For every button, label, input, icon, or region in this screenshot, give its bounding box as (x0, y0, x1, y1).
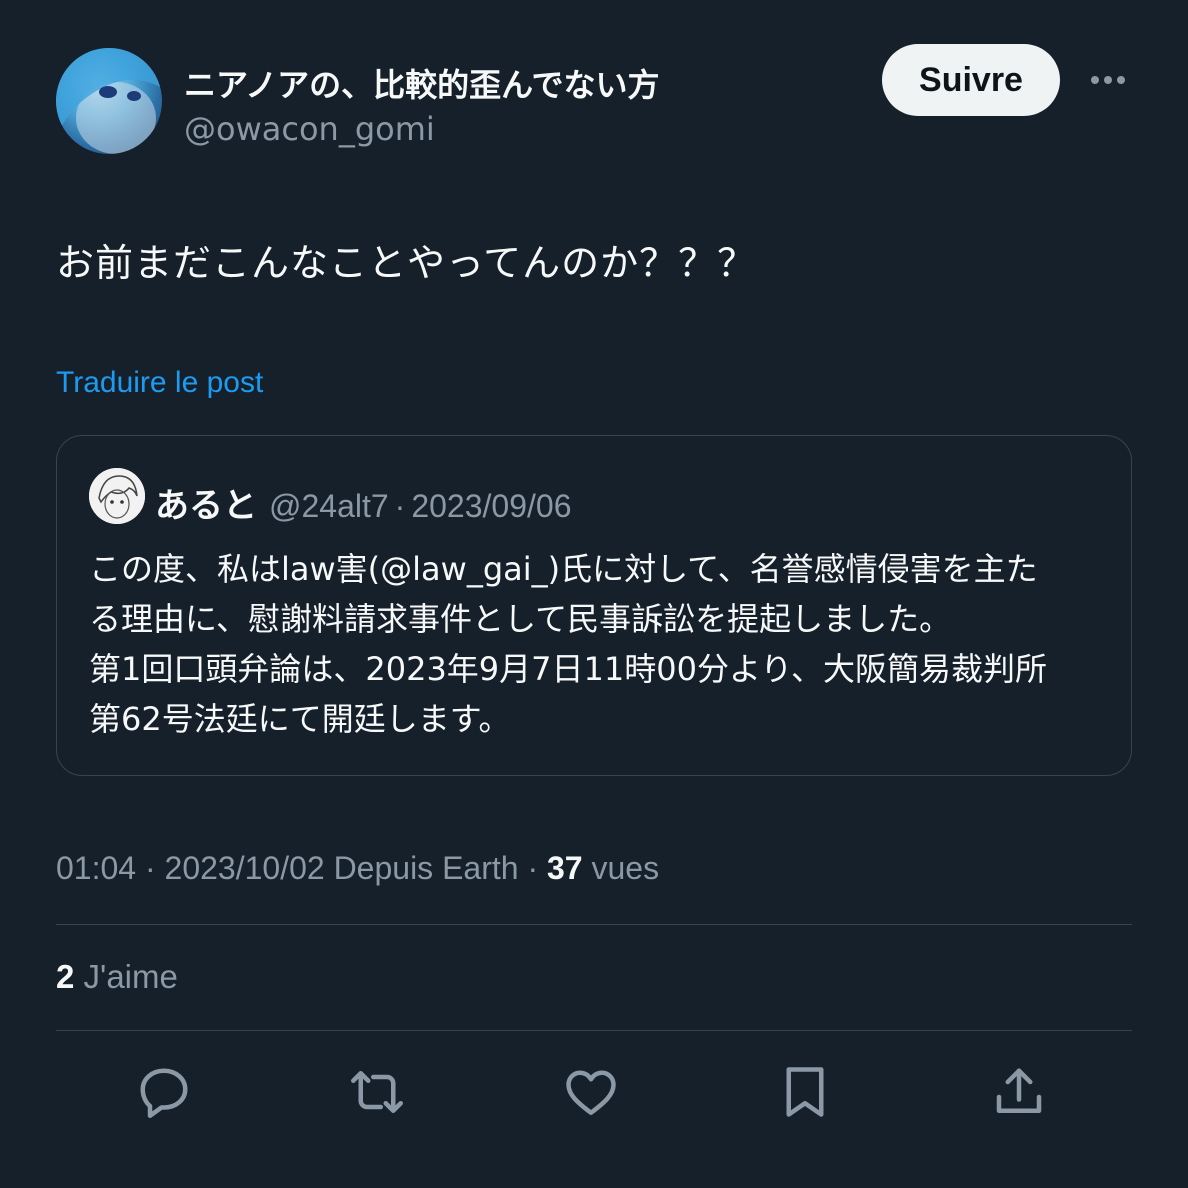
quoted-post-text: この度、私はlaw害(@law_gai_)氏に対して、名誉感情侵害を主た る理由… (89, 544, 1109, 744)
quoted-author-name: あると (155, 486, 257, 526)
quoted-author-handle: @24alt7 (269, 488, 389, 524)
meta-separator: · (527, 850, 539, 886)
heart-icon[interactable] (561, 1062, 621, 1122)
post-source: Depuis Earth (333, 850, 519, 886)
translate-post-link[interactable]: Traduire le post (56, 366, 263, 400)
author-avatar[interactable] (56, 48, 162, 154)
more-dot (1091, 76, 1099, 84)
quoted-post-header: あると @24alt7 · 2023/09/06 (155, 478, 571, 527)
quoted-text-line: この度、私はlaw害(@law_gai_)氏に対して、名誉感情侵害を主た (89, 550, 1038, 588)
quoted-text-line: 第1回口頭弁論は、2023年9月7日11時00分より、大阪簡易裁判所 (89, 650, 1048, 688)
avatar-image (56, 48, 162, 154)
more-dot (1117, 76, 1125, 84)
post-text: お前まだこんなことやってんのか？？？ (56, 241, 757, 285)
author-handle[interactable]: @owacon_gomi (184, 110, 435, 148)
quoted-author-avatar (89, 468, 145, 524)
quoted-avatar-image (89, 468, 145, 524)
bookmark-icon[interactable] (775, 1062, 835, 1122)
likes-count: 2 (56, 958, 75, 995)
divider (56, 924, 1132, 925)
views-label: vues (591, 850, 660, 886)
post-metadata: 01:04 · 2023/10/02 Depuis Earth · 37 vue… (56, 850, 659, 887)
likes-summary[interactable]: 2 J'aime (56, 958, 178, 996)
post-date[interactable]: 2023/10/02 (165, 850, 325, 886)
share-icon[interactable] (989, 1062, 1049, 1122)
meta-separator: · (144, 850, 156, 886)
reply-icon[interactable] (134, 1062, 194, 1122)
more-horizontal-icon[interactable] (1084, 64, 1132, 96)
views-count: 37 (546, 850, 583, 886)
quoted-text-line: 第62号法廷にて開廷します。 (89, 700, 511, 738)
quoted-post-card[interactable]: あると @24alt7 · 2023/09/06 この度、私はlaw害(@law… (56, 435, 1132, 776)
repost-icon[interactable] (347, 1062, 407, 1122)
more-dot (1104, 76, 1112, 84)
likes-label: J'aime (83, 958, 178, 995)
author-name[interactable]: ニアノアの、比較的歪んでない方 (184, 60, 660, 106)
post-time[interactable]: 01:04 (56, 850, 136, 886)
follow-button[interactable]: Suivre (882, 44, 1060, 116)
quoted-post-date: 2023/09/06 (411, 488, 572, 524)
divider (56, 1030, 1132, 1031)
meta-separator: · (394, 488, 406, 524)
quoted-text-line: る理由に、慰謝料請求事件として民事訴訟を提起しました。 (89, 600, 952, 638)
